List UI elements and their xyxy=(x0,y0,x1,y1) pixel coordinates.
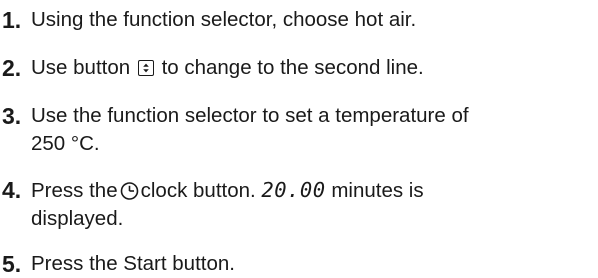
step-text-after: minutes is xyxy=(331,179,424,202)
step-number: 2. xyxy=(2,55,22,81)
display-readout: 20.00 xyxy=(261,178,326,202)
step-text-line-2: displayed. xyxy=(31,207,124,230)
step-number: 4. xyxy=(2,177,22,203)
step-text-line-1: Use the function selector to set a tempe… xyxy=(31,104,469,127)
step-number: 1. xyxy=(2,7,22,33)
step-text-after: to change to the second line. xyxy=(161,56,424,79)
step-text: Press the Start button. xyxy=(31,252,235,275)
step-text-line-2: 250 °C. xyxy=(31,132,100,155)
clock-icon xyxy=(120,182,138,200)
step-number: 3. xyxy=(2,103,22,129)
scroll-up-down-button-icon xyxy=(137,60,154,76)
step-text: Press the clock button. 20.00 minutes is… xyxy=(31,176,591,233)
step-text-before: Press the xyxy=(31,179,118,202)
step-number: 5. xyxy=(2,251,22,277)
step-text-before: Use button xyxy=(31,56,131,79)
step-text: Use the function selector to set a tempe… xyxy=(31,102,591,158)
step-text: Use button to change to the second line. xyxy=(31,54,591,82)
step-text: Using the function selector, choose hot … xyxy=(31,8,417,31)
step-text-middle: clock button. xyxy=(140,179,256,202)
